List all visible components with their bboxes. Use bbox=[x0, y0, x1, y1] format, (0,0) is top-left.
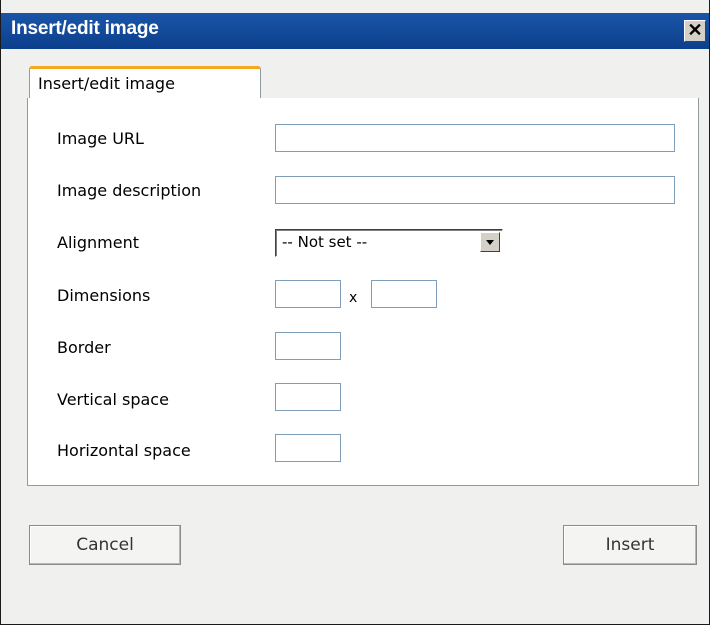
vertical-space-input[interactable] bbox=[275, 383, 341, 411]
dialog-title: Insert/edit image bbox=[11, 18, 159, 39]
dialog-titlebar[interactable]: Insert/edit image ✕ bbox=[1, 13, 709, 49]
insert-button[interactable]: Insert bbox=[563, 525, 697, 565]
close-icon[interactable]: ✕ bbox=[684, 20, 706, 42]
chevron-down-icon[interactable] bbox=[480, 232, 500, 252]
image-url-input[interactable] bbox=[275, 124, 675, 152]
vertical-space-label: Vertical space bbox=[57, 390, 169, 409]
image-url-label: Image URL bbox=[57, 129, 144, 148]
horizontal-space-label: Horizontal space bbox=[57, 441, 191, 460]
cancel-button[interactable]: Cancel bbox=[29, 525, 181, 565]
horizontal-space-input[interactable] bbox=[275, 434, 341, 462]
alignment-select[interactable]: -- Not set -- bbox=[275, 229, 503, 257]
tab-label: Insert/edit image bbox=[38, 74, 175, 93]
dimensions-label: Dimensions bbox=[57, 286, 151, 305]
border-label: Border bbox=[57, 338, 111, 357]
alignment-selected-value: -- Not set -- bbox=[282, 233, 368, 251]
width-input[interactable] bbox=[275, 280, 341, 308]
dimensions-separator: x bbox=[349, 290, 358, 306]
alignment-label: Alignment bbox=[57, 233, 139, 252]
tab-insert-edit-image[interactable]: Insert/edit image bbox=[29, 66, 261, 99]
border-input[interactable] bbox=[275, 332, 341, 360]
height-input[interactable] bbox=[371, 280, 437, 308]
image-description-input[interactable] bbox=[275, 176, 675, 204]
image-description-label: Image description bbox=[57, 181, 202, 200]
insert-image-dialog: Insert/edit image ✕ Insert/edit image Im… bbox=[0, 0, 710, 625]
